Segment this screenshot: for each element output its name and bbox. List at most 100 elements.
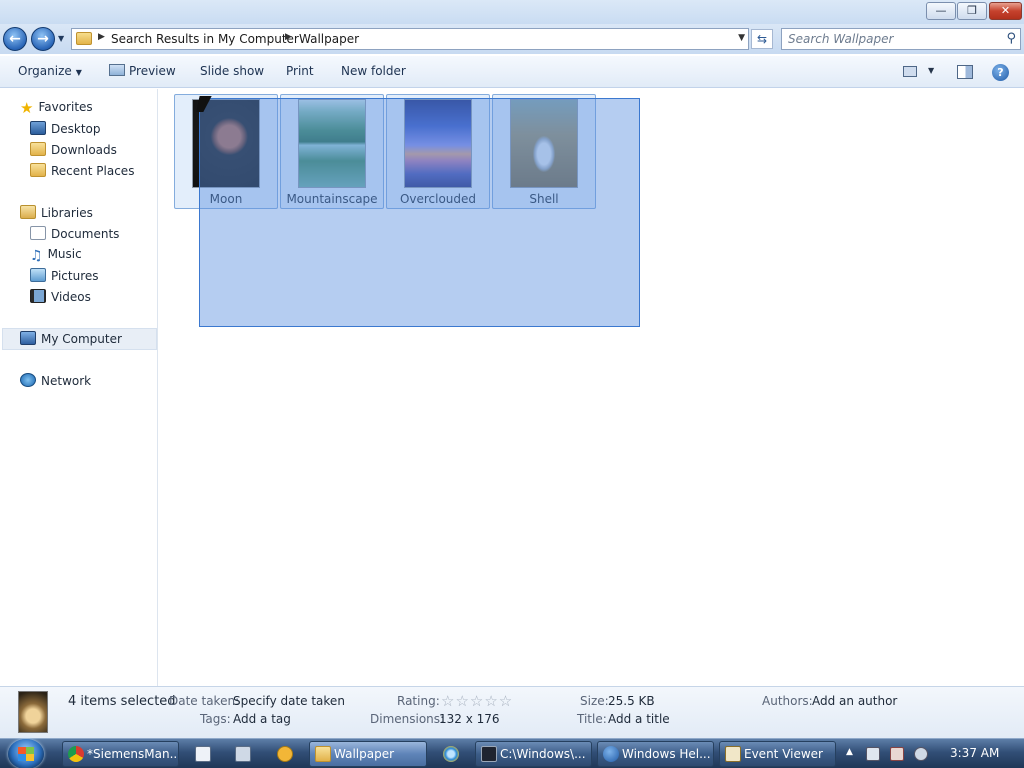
nav-label: My Computer bbox=[41, 332, 122, 346]
nav-network[interactable]: Network bbox=[20, 373, 91, 393]
organize-label: Organize bbox=[18, 64, 72, 78]
nav-music[interactable]: ♫ Music bbox=[30, 247, 82, 267]
network-icon bbox=[20, 373, 36, 387]
taskbar-label: *SiemensMan... bbox=[87, 747, 179, 761]
taskbar-label: Wallpaper bbox=[334, 747, 395, 761]
nav-label: Desktop bbox=[51, 122, 101, 136]
taskbar-pinned-ie[interactable] bbox=[434, 741, 468, 767]
title-field[interactable]: Add a title bbox=[608, 712, 670, 726]
help-icon bbox=[603, 746, 619, 762]
print-button[interactable]: Print bbox=[286, 64, 314, 78]
volume-icon[interactable] bbox=[914, 747, 928, 761]
nav-favorites[interactable]: ★ Favorites bbox=[20, 99, 93, 119]
computer-icon bbox=[20, 331, 36, 345]
selection-rectangle bbox=[199, 98, 640, 327]
date-taken-label: Date taken: bbox=[169, 694, 240, 708]
details-pane: 4 items selected Date taken: Specify dat… bbox=[0, 686, 1024, 738]
music-icon: ♫ bbox=[30, 248, 43, 264]
breadcrumb-search-results[interactable]: Search Results in My Computer bbox=[111, 32, 299, 46]
preview-button[interactable]: Preview bbox=[109, 64, 176, 78]
refresh-button[interactable]: ⇆ bbox=[751, 29, 773, 49]
dimensions-value: 132 x 176 bbox=[439, 712, 500, 726]
minimize-button[interactable]: — bbox=[926, 2, 956, 20]
nav-videos[interactable]: Videos bbox=[30, 289, 91, 309]
star-icon: ★ bbox=[20, 99, 34, 117]
taskbar-pinned-media[interactable] bbox=[268, 741, 302, 767]
forward-button[interactable]: → bbox=[31, 27, 55, 51]
chevron-down-icon: ▼ bbox=[75, 68, 82, 77]
address-row: ← → ▼ ▶ Search Results in My Computer ▶ … bbox=[0, 24, 1024, 54]
chrome-icon bbox=[68, 746, 84, 762]
network-tray-icon[interactable] bbox=[866, 747, 880, 761]
selection-count: 4 items selected bbox=[68, 694, 176, 709]
taskbar-event-viewer-button[interactable]: Event Viewer bbox=[719, 741, 836, 767]
maximize-button[interactable]: ❐ bbox=[957, 2, 987, 20]
change-view-icon[interactable] bbox=[903, 66, 917, 77]
organize-button[interactable]: Organize ▼ bbox=[18, 64, 82, 78]
nav-downloads[interactable]: Downloads bbox=[30, 142, 117, 162]
internet-explorer-icon bbox=[443, 746, 459, 762]
breadcrumb-separator-icon[interactable]: ▶ bbox=[285, 32, 292, 42]
taskbar-wallpaper-button[interactable]: Wallpaper bbox=[309, 741, 427, 767]
address-dropdown-icon[interactable]: ▼ bbox=[738, 33, 745, 43]
nav-label: Downloads bbox=[51, 143, 117, 157]
nav-pictures[interactable]: Pictures bbox=[30, 268, 99, 288]
rating-stars[interactable]: ☆☆☆☆☆ bbox=[441, 694, 513, 709]
taskbar-cmd-button[interactable]: C:\Windows\... bbox=[475, 741, 592, 767]
taskbar-pinned-document[interactable] bbox=[186, 741, 220, 767]
taskbar-help-button[interactable]: Windows Hel... bbox=[597, 741, 714, 767]
new-folder-button[interactable]: New folder bbox=[341, 64, 406, 78]
search-box[interactable]: ⚲ bbox=[781, 28, 1021, 50]
back-button[interactable]: ← bbox=[3, 27, 27, 51]
preview-label: Preview bbox=[129, 64, 176, 78]
nav-label: Libraries bbox=[41, 206, 93, 220]
folder-icon bbox=[315, 746, 331, 762]
nav-label: Network bbox=[41, 374, 92, 388]
nav-my-computer[interactable]: My Computer bbox=[2, 328, 157, 350]
address-bar[interactable]: ▶ Search Results in My Computer ▶ Wallpa… bbox=[71, 28, 749, 50]
libraries-icon bbox=[20, 205, 36, 219]
tags-field[interactable]: Add a tag bbox=[233, 712, 291, 726]
media-player-icon bbox=[277, 746, 293, 762]
slideshow-button[interactable]: Slide show bbox=[200, 64, 264, 78]
minimize-icon: — bbox=[935, 4, 947, 17]
nav-recent-places[interactable]: Recent Places bbox=[30, 163, 134, 183]
windows-logo-icon bbox=[18, 754, 34, 761]
search-icon[interactable]: ⚲ bbox=[1006, 31, 1016, 46]
show-hidden-icons-icon[interactable]: ▲ bbox=[846, 747, 853, 757]
nav-label: Favorites bbox=[38, 100, 93, 114]
view-options-dropdown[interactable]: ▼ bbox=[928, 66, 934, 75]
taskbar-pinned-keyboard[interactable] bbox=[226, 741, 260, 767]
preview-pane-icon[interactable] bbox=[957, 65, 973, 79]
rating-label: Rating: bbox=[397, 694, 440, 708]
close-button[interactable]: ✕ bbox=[989, 2, 1022, 20]
nav-desktop[interactable]: Desktop bbox=[30, 121, 101, 141]
nav-libraries[interactable]: Libraries bbox=[20, 205, 93, 225]
authors-field[interactable]: Add an author bbox=[812, 694, 897, 708]
nav-documents[interactable]: Documents bbox=[30, 226, 119, 246]
recent-pages-dropdown[interactable]: ▼ bbox=[58, 34, 64, 43]
date-taken-field[interactable]: Specify date taken bbox=[233, 694, 345, 708]
refresh-icon: ⇆ bbox=[756, 32, 768, 46]
event-viewer-icon bbox=[725, 746, 741, 762]
document-icon bbox=[195, 746, 211, 762]
start-button[interactable] bbox=[8, 739, 44, 768]
close-icon: ✕ bbox=[1000, 4, 1011, 17]
size-label: Size: bbox=[580, 694, 609, 708]
taskbar-label: C:\Windows\... bbox=[500, 747, 586, 761]
clock[interactable]: 3:37 AM bbox=[950, 746, 999, 760]
desktop-icon bbox=[30, 121, 46, 135]
title-bar: — ❐ ✕ bbox=[0, 0, 1024, 24]
taskbar-label: Windows Hel... bbox=[622, 747, 711, 761]
documents-icon bbox=[30, 226, 46, 240]
breadcrumb-separator-icon[interactable]: ▶ bbox=[98, 32, 105, 42]
taskbar-chrome-button[interactable]: *SiemensMan... bbox=[62, 741, 179, 767]
selection-thumbnail bbox=[18, 691, 48, 733]
downloads-folder-icon bbox=[30, 142, 46, 156]
videos-icon bbox=[30, 289, 46, 303]
breadcrumb-wallpaper[interactable]: Wallpaper bbox=[299, 32, 359, 46]
help-icon[interactable]: ? bbox=[992, 64, 1009, 81]
action-center-icon[interactable] bbox=[890, 747, 904, 761]
size-value: 25.5 KB bbox=[608, 694, 655, 708]
search-input[interactable] bbox=[788, 31, 998, 47]
